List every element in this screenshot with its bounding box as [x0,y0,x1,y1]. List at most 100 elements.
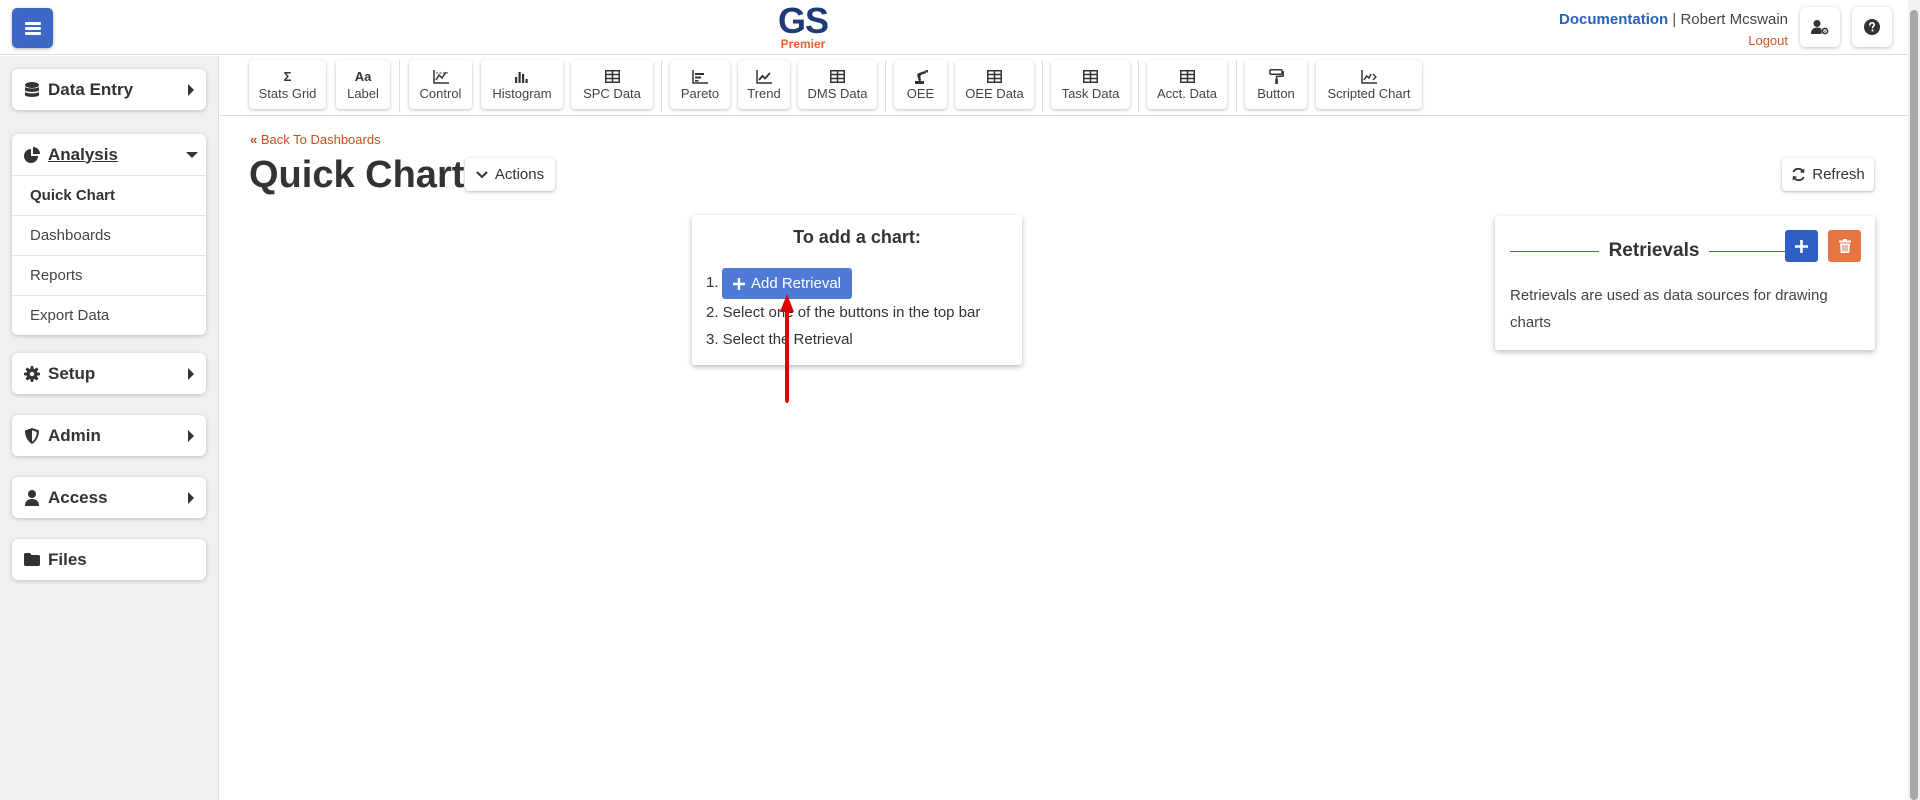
toolbar-dms-data-label: DMS Data [807,85,868,101]
nav-admin-label: Admin [48,425,101,445]
toolbar-spc-data-label: SPC Data [583,85,641,101]
delete-retrievals-button[interactable] [1828,230,1861,262]
caret-right-icon [188,84,194,96]
toolbar-label-button[interactable]: Aa Label [336,60,390,109]
trash-icon [1838,239,1851,253]
refresh-label: Refresh [1812,166,1865,183]
nav-setup[interactable]: Setup [12,353,206,394]
nav-admin-header[interactable]: Admin [12,415,206,456]
histogram-icon [514,69,530,85]
logo-main-text: GS [777,0,829,41]
sidebar-item-export-data[interactable]: Export Data [12,295,206,335]
toolbar-pareto-label: Pareto [680,85,720,101]
sigma-icon: Σ [283,69,292,84]
caret-right-icon [188,492,194,504]
nav-access[interactable]: Access [12,477,206,518]
toolbar-acct-data-button[interactable]: Acct. Data [1147,60,1227,109]
toolbar-trend-label: Trend [747,85,781,101]
toolbar-trend-button[interactable]: Trend [738,60,790,109]
pareto-icon [692,69,708,85]
toolbar-histogram-button[interactable]: Histogram [481,60,563,109]
help-step-1-number: 1. [706,274,719,291]
caret-right-icon [188,430,194,442]
vertical-scrollbar[interactable] [1908,0,1920,800]
user-area: Documentation | Robert Mcswain Logout [1559,11,1788,48]
hamburger-menu-button[interactable] [12,8,53,48]
toolbar-task-data-label: Task Data [1061,85,1120,101]
table-icon [1083,69,1098,85]
toolbar-divider [1042,60,1043,112]
nav-setup-label: Setup [48,363,96,383]
pie-chart-icon [24,146,40,163]
folder-icon [24,552,40,568]
nav-setup-header[interactable]: Setup [12,353,206,394]
nav-analysis[interactable]: Analysis Quick Chart Dashboards Reports … [12,134,206,335]
toolbar-stats-grid-button[interactable]: Σ Stats Grid [249,60,326,109]
nav-analysis-label: Analysis [48,144,118,164]
toolbar-button-button[interactable]: Button [1245,60,1307,109]
toolbar-spc-data-button[interactable]: SPC Data [571,60,653,109]
user-icon [24,489,40,506]
add-chart-help-card: To add a chart: 1. Add Retrieval 2. Sele… [692,215,1022,365]
toolbar-dms-data-button[interactable]: DMS Data [798,60,877,109]
logout-link[interactable]: Logout [1559,33,1788,48]
double-chevron-left-icon: « [250,132,258,147]
help-button[interactable] [1852,7,1892,47]
nav-analysis-header[interactable]: Analysis [12,134,206,175]
toolbar-oee-data-button[interactable]: OEE Data [955,60,1034,109]
nav-data-entry-header[interactable]: Data Entry [12,69,206,110]
gear-icon [24,365,40,382]
scrollbar-thumb[interactable] [1910,10,1918,800]
toolbar-button-label: Button [1257,85,1295,101]
toolbar-label-label: Label [347,85,379,101]
nav-data-entry[interactable]: Data Entry [12,69,206,110]
toolbar-control-button[interactable]: Control [409,60,472,109]
table-icon [987,69,1002,85]
nav-files[interactable]: Files [12,539,206,580]
table-icon [604,69,620,85]
toolbar-divider [885,60,886,112]
app-logo[interactable]: GS Premier [772,0,834,51]
chart-toolbar: Σ Stats Grid Aa Label Control Histogram … [220,56,1908,116]
divider-line [1510,250,1599,252]
table-icon [830,69,845,85]
table-icon [1179,69,1195,85]
caret-right-icon [188,368,194,380]
toolbar-scripted-chart-button[interactable]: Scripted Chart [1316,60,1422,109]
documentation-link[interactable]: Documentation [1559,11,1668,28]
refresh-icon [1792,167,1805,182]
toolbar-divider [1236,60,1237,112]
toolbar-oee-label: OEE [906,85,935,101]
help-card-title: To add a chart: [793,227,921,247]
toolbar-acct-data-label: Acct. Data [1157,85,1217,101]
caret-down-icon [186,152,198,158]
toolbar-oee-button[interactable]: OEE [894,60,947,109]
sidebar: Data Entry Analysis Quick Chart Dashboar… [0,56,219,800]
toolbar-task-data-button[interactable]: Task Data [1051,60,1130,109]
add-retrieval-plus-button[interactable] [1785,230,1818,262]
nav-data-entry-label: Data Entry [48,79,134,99]
text-aa-icon: Aa [354,69,372,84]
red-arrow-annotation [780,294,794,403]
hamburger-icon [24,21,41,35]
user-settings-button[interactable] [1800,7,1840,47]
retrievals-panel: Retrievals Retrievals are used as data s… [1495,216,1875,350]
robot-arm-icon [913,69,929,85]
user-gear-icon [1811,20,1829,35]
actions-dropdown-button[interactable]: Actions [465,158,555,191]
back-to-dashboards-link[interactable]: « Back To Dashboards [250,132,381,147]
sidebar-item-reports[interactable]: Reports [12,255,206,295]
paint-roller-icon [1268,69,1284,85]
nav-files-label: Files [48,549,87,569]
nav-access-header[interactable]: Access [12,477,206,518]
toolbar-pareto-button[interactable]: Pareto [670,60,730,109]
actions-label: Actions [494,166,545,183]
refresh-button[interactable]: Refresh [1782,158,1874,191]
nav-admin[interactable]: Admin [12,415,206,456]
sidebar-item-quick-chart[interactable]: Quick Chart [12,175,206,215]
top-header: GS Premier Documentation | Robert Mcswai… [0,0,1920,55]
nav-files-header[interactable]: Files [12,539,206,580]
retrievals-description: Retrievals are used as data sources for … [1510,287,1828,331]
sidebar-item-dashboards[interactable]: Dashboards [12,215,206,255]
question-circle-icon [1864,19,1880,35]
